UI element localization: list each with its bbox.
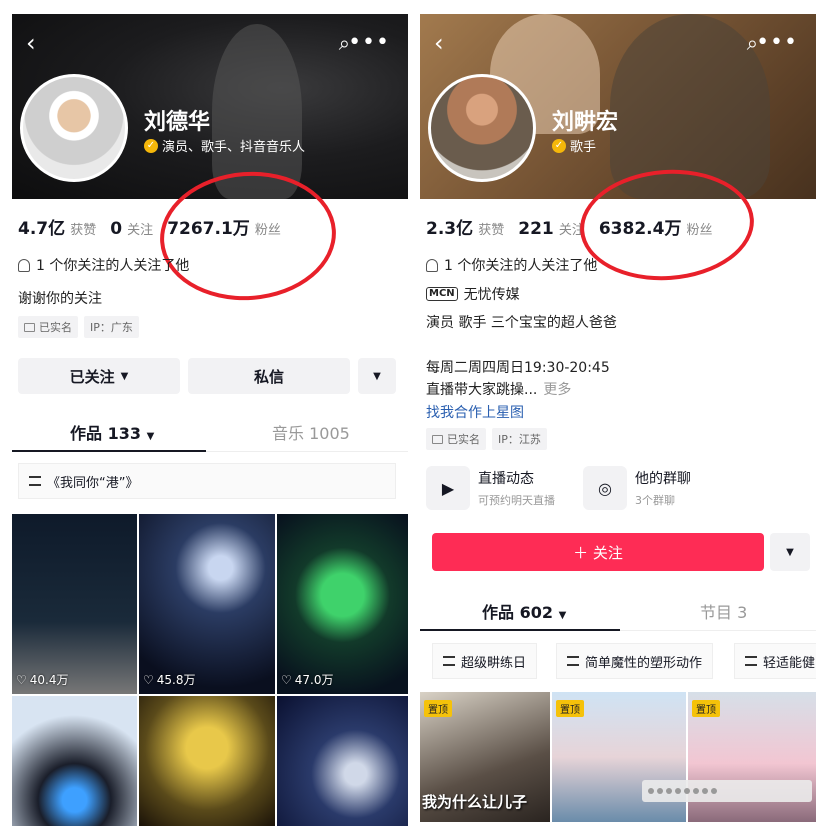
profile-andy-lau: ‹ ⌕ ••• 刘德华 ✓ 演员、歌手、抖音音乐人 4.7亿 获赞 0 关注 7… bbox=[12, 0, 408, 828]
video-thumb[interactable] bbox=[12, 696, 137, 826]
profile-tags: ✓ 演员、歌手、抖音音乐人 bbox=[144, 136, 305, 155]
back-icon[interactable]: ‹ bbox=[26, 31, 36, 55]
mutual-follow[interactable]: 1 个你关注的人关注了他 bbox=[18, 255, 189, 275]
avatar[interactable] bbox=[428, 74, 536, 182]
caret-down-icon: ▼ bbox=[120, 370, 129, 382]
collection-icon bbox=[567, 656, 579, 666]
follow-button[interactable]: ＋ 关注 bbox=[432, 533, 764, 571]
avatar[interactable] bbox=[20, 74, 128, 182]
back-icon[interactable]: ‹ bbox=[434, 31, 444, 55]
profile-will-liu: ‹ ⌕ ••• 刘畊宏 ✓ 歌手 2.3亿 获赞 221 关注 6382.4万 … bbox=[420, 0, 816, 828]
bio: 谢谢你的关注 bbox=[18, 291, 102, 307]
profile-header: ‹ ⌕ ••• 刘畊宏 ✓ 歌手 bbox=[420, 14, 816, 199]
heart-icon: ♡ bbox=[281, 672, 292, 687]
video-thumb[interactable]: ♡ 40.4万 bbox=[12, 514, 137, 694]
profile-header: ‹ ⌕ ••• 刘德华 ✓ 演员、歌手、抖音音乐人 bbox=[12, 14, 408, 199]
stat-likes[interactable]: 4.7亿 获赞 bbox=[18, 214, 100, 239]
mcn-icon: MCN bbox=[426, 287, 458, 301]
caret-down-icon: ▼ bbox=[373, 370, 381, 382]
watermark bbox=[642, 780, 812, 802]
bio: 演员 歌手 三个宝宝的超人爸爸 bbox=[426, 315, 617, 331]
video-thumb[interactable]: 置顶 我为什么让儿子 bbox=[420, 692, 550, 822]
video-thumb[interactable]: 置顶 bbox=[552, 692, 686, 822]
chip-ip: IP：广东 bbox=[84, 316, 139, 338]
pinned-badge: 置顶 bbox=[424, 700, 452, 717]
video-grid: ♡ 40.4万 ♡ 45.8万 ♡ 47.0万 bbox=[12, 514, 408, 826]
person-icon bbox=[426, 258, 438, 272]
stat-following[interactable]: 0 关注 bbox=[110, 219, 157, 239]
collection-chip[interactable]: 简单魔性的塑形动作 bbox=[556, 643, 714, 679]
video-grid: 置顶 我为什么让儿子 置顶 置顶 bbox=[420, 692, 816, 822]
id-card-icon bbox=[432, 434, 443, 444]
like-count: ♡ 47.0万 bbox=[281, 672, 334, 688]
collection-icon bbox=[745, 656, 757, 666]
like-count: ♡ 45.8万 bbox=[143, 672, 196, 688]
video-thumb[interactable] bbox=[277, 696, 408, 826]
more-icon[interactable]: ••• bbox=[348, 32, 390, 54]
message-button[interactable]: 私信 bbox=[188, 358, 350, 394]
more-dropdown-button[interactable]: ▼ bbox=[770, 533, 810, 571]
content-tabs: 作品 133 ▼ 音乐 1005 bbox=[12, 412, 408, 452]
group-chat-card[interactable]: ◎ 他的群聊 3个群聊 bbox=[583, 466, 691, 510]
chip-verified: 已实名 bbox=[426, 428, 486, 450]
info-chips: 已实名 IP：广东 bbox=[18, 316, 139, 338]
collection-icon bbox=[29, 476, 41, 486]
stat-likes[interactable]: 2.3亿 获赞 bbox=[426, 214, 508, 239]
services-row: ▶ 直播动态 可预约明天直播 ◎ 他的群聊 3个群聊 bbox=[426, 466, 691, 510]
collection-chip[interactable]: 超级畊练日 bbox=[432, 643, 538, 679]
pinned-badge: 置顶 bbox=[556, 700, 584, 717]
profile-tags: ✓ 歌手 bbox=[552, 136, 596, 155]
profile-name: 刘畊宏 bbox=[552, 110, 619, 135]
video-thumb[interactable]: ♡ 45.8万 bbox=[139, 514, 275, 694]
stat-following[interactable]: 221 关注 bbox=[518, 219, 589, 239]
verified-icon: ✓ bbox=[552, 138, 566, 153]
tab-underline bbox=[12, 450, 206, 452]
chat-icon: ◎ bbox=[583, 466, 627, 510]
verified-icon: ✓ bbox=[144, 138, 158, 153]
heart-icon: ♡ bbox=[143, 672, 154, 687]
chip-verified: 已实名 bbox=[18, 316, 78, 338]
collection-chip[interactable]: 轻适能健 bbox=[734, 643, 816, 679]
mutual-follow[interactable]: 1 个你关注的人关注了他 bbox=[426, 255, 597, 275]
id-card-icon bbox=[24, 322, 35, 332]
video-thumb[interactable]: 置顶 bbox=[688, 692, 816, 822]
tab-works[interactable]: 作品 602 ▼ bbox=[482, 599, 566, 623]
tags-text: 歌手 bbox=[570, 140, 597, 155]
live-note: 直播带大家跳操... 更多 bbox=[426, 379, 571, 399]
collection-card[interactable]: 《我同你“港”》 bbox=[18, 463, 396, 499]
tab-works[interactable]: 作品 133 ▼ bbox=[70, 420, 154, 444]
heart-icon: ♡ bbox=[16, 672, 27, 687]
chip-ip: IP：江苏 bbox=[492, 428, 547, 450]
more-icon[interactable]: ••• bbox=[756, 32, 798, 54]
tags-text: 演员、歌手、抖音音乐人 bbox=[162, 140, 306, 155]
mcn-agency[interactable]: MCN 无忧传媒 bbox=[426, 284, 520, 304]
info-chips: 已实名 IP：江苏 bbox=[426, 428, 547, 450]
caret-down-icon: ▼ bbox=[786, 546, 794, 558]
video-caption: 我为什么让儿子 bbox=[422, 793, 528, 811]
tab-music[interactable]: 音乐 1005 bbox=[272, 420, 350, 444]
followed-button[interactable]: 已关注 ▼ bbox=[18, 358, 180, 394]
more-link[interactable]: 更多 bbox=[543, 379, 571, 399]
person-icon bbox=[18, 258, 30, 272]
collection-icon bbox=[443, 656, 455, 666]
like-count: ♡ 40.4万 bbox=[16, 672, 69, 688]
profile-name: 刘德华 bbox=[144, 110, 211, 135]
more-dropdown-button[interactable]: ▼ bbox=[358, 358, 396, 394]
live-updates-card[interactable]: ▶ 直播动态 可预约明天直播 bbox=[426, 466, 555, 510]
content-tabs: 作品 602 ▼ 节目 3 bbox=[420, 591, 816, 631]
tab-shows[interactable]: 节目 3 bbox=[700, 599, 747, 623]
tab-underline bbox=[420, 629, 620, 631]
cooperate-link[interactable]: 找我合作上星图 bbox=[426, 402, 524, 422]
tv-icon: ▶ bbox=[426, 466, 470, 510]
pinned-badge: 置顶 bbox=[692, 700, 720, 717]
video-thumb[interactable] bbox=[139, 696, 275, 826]
schedule: 每周二周四周日19:30-20:45 bbox=[426, 360, 610, 376]
video-thumb[interactable]: ♡ 47.0万 bbox=[277, 514, 408, 694]
